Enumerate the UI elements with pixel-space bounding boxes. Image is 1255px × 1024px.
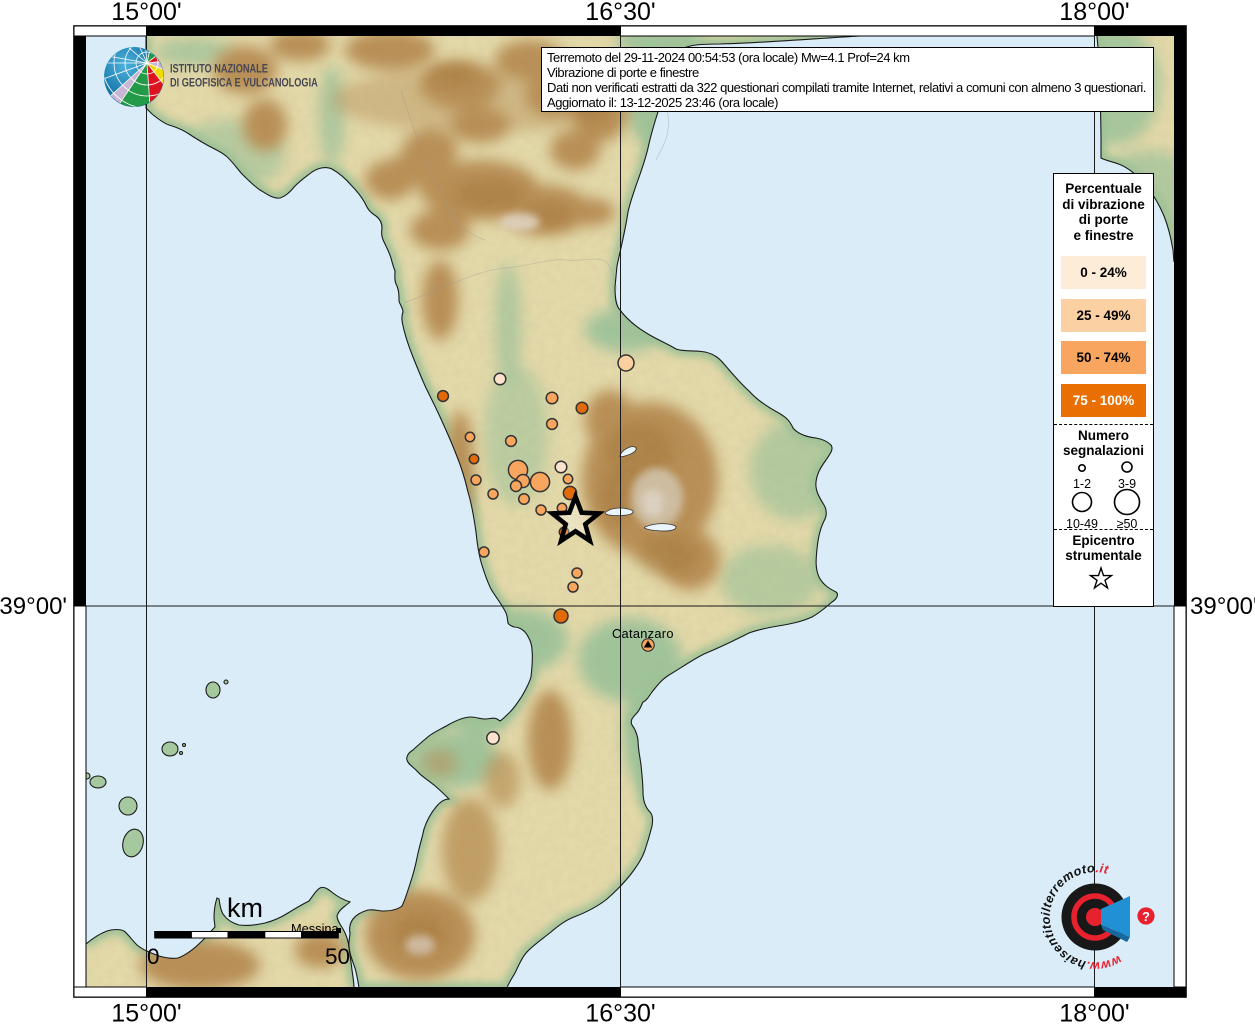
svg-text:km: km xyxy=(227,893,263,923)
svg-text:16°30': 16°30' xyxy=(585,1000,655,1024)
svg-text:50: 50 xyxy=(325,944,350,969)
svg-text:0: 0 xyxy=(147,944,160,969)
svg-text:39°00': 39°00' xyxy=(1190,593,1255,620)
svg-text:Catanzaro: Catanzaro xyxy=(612,626,674,641)
svg-text:18°00': 18°00' xyxy=(1059,1000,1129,1024)
svg-text:ISTITUTO NAZIONALE: ISTITUTO NAZIONALE xyxy=(170,64,268,76)
svg-text:15°00': 15°00' xyxy=(111,0,181,26)
svg-text:16°30': 16°30' xyxy=(585,0,655,26)
svg-text:15°00': 15°00' xyxy=(111,1000,181,1024)
svg-text:39°00': 39°00' xyxy=(0,593,67,620)
svg-text:?: ? xyxy=(1142,909,1150,924)
svg-text:18°00': 18°00' xyxy=(1059,0,1129,26)
svg-text:DI GEOFISICA E VULCANOLOGIA: DI GEOFISICA E VULCANOLOGIA xyxy=(170,78,318,90)
